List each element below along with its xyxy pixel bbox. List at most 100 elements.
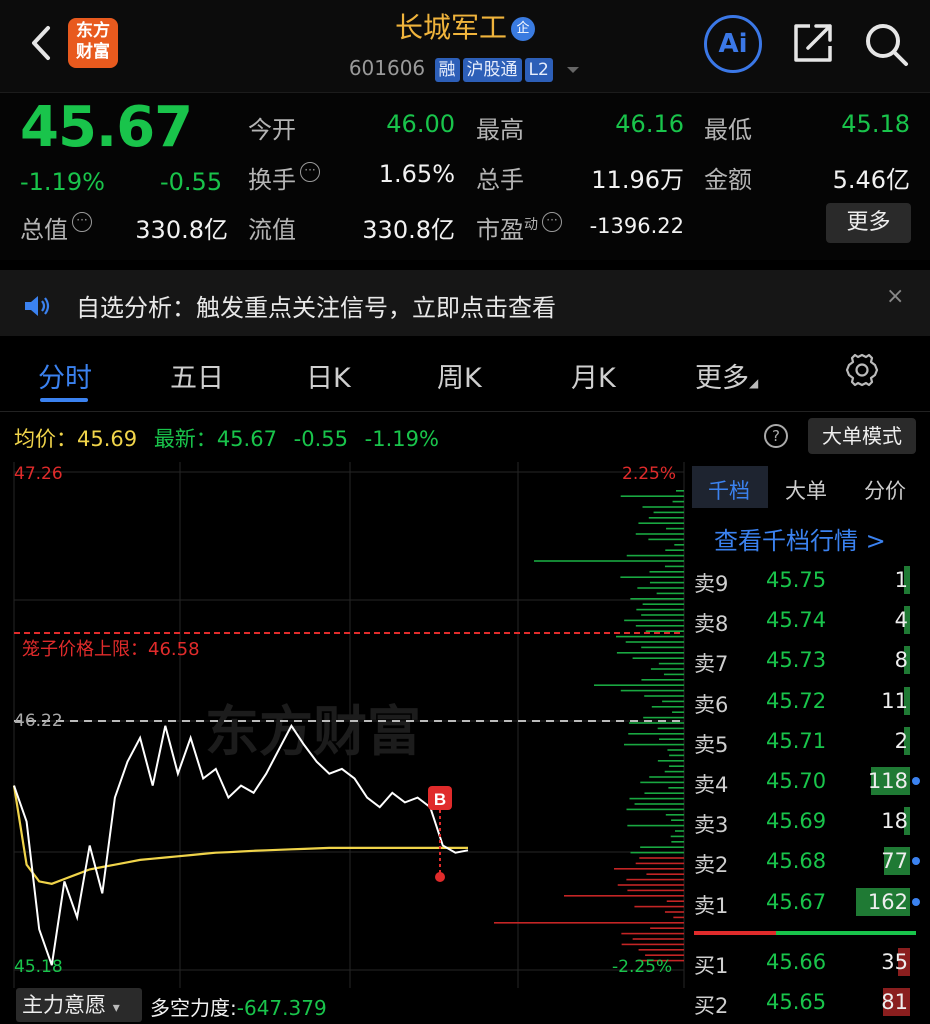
ask-row[interactable]: 卖9 45.75 1 [694, 560, 916, 600]
depth-bar [646, 873, 684, 875]
tab-depth[interactable]: 千档 [708, 475, 750, 505]
float-label: 流值 [248, 216, 296, 244]
stock-name: 长城军工 [394, 11, 507, 44]
tag-margin: 融 [434, 58, 460, 82]
level-price: 45.74 [766, 608, 827, 633]
tag-connect: 沪股通 [462, 58, 522, 82]
level-price: 45.73 [766, 648, 827, 673]
view-depth-link[interactable]: 查看千档行情 > [714, 521, 886, 556]
open-value: 46.00 [386, 110, 455, 138]
turnover-label[interactable]: 换手 ··· [248, 160, 320, 195]
ask-row[interactable]: 卖3 45.69 18 [694, 801, 916, 841]
ask-row[interactable]: 卖7 45.73 8 [694, 640, 916, 680]
depth-bar [657, 727, 684, 730]
close-icon[interactable]: × [886, 284, 904, 309]
depth-bar [640, 846, 684, 848]
mktcap-label[interactable]: 总值 ··· [20, 210, 92, 245]
ai-assistant-button[interactable]: Ai [704, 15, 762, 73]
depth-bar [625, 641, 684, 643]
pe-label[interactable]: 市盈动 ··· [476, 210, 562, 245]
intraday-chart[interactable]: 东方财富 B [0, 460, 688, 990]
depth-bar [644, 792, 684, 794]
depth-bar [621, 943, 684, 946]
level-price: 45.75 [766, 568, 827, 592]
limit-label: 笼子价格上限：46.58 [22, 639, 200, 660]
chart-top-pct: 2.25% [622, 464, 677, 484]
depth-bar [672, 711, 684, 713]
depth-bar [653, 511, 684, 514]
ask-row[interactable]: 卖1 45.67 162 [694, 882, 916, 922]
level-price: 45.72 [766, 688, 827, 713]
depth-bar [616, 635, 684, 638]
tab-daily-k[interactable]: 日K [306, 356, 351, 395]
depth-bar [671, 819, 684, 821]
info-icon[interactable]: ··· [300, 162, 320, 182]
depth-bar [630, 598, 684, 600]
depth-bar [620, 689, 684, 692]
tab-big-orders[interactable]: 大单 [785, 475, 827, 505]
depth-bar [664, 770, 684, 773]
latest-change-pct: -1.19% [364, 427, 439, 451]
tab-five-day[interactable]: 五日 [170, 356, 224, 395]
help-icon[interactable]: ? [764, 424, 788, 448]
depth-bar [667, 749, 684, 751]
ask-row[interactable]: 卖5 45.71 2 [694, 721, 916, 761]
dropdown-caret-icon: ▾ [112, 1000, 120, 1016]
depth-bar [635, 533, 684, 535]
ask-row[interactable]: 卖8 45.74 4 [694, 600, 916, 640]
volume-label: 总手 [476, 166, 524, 194]
ask-strength-bar [776, 931, 916, 935]
depth-bar [626, 554, 684, 557]
tab-intraday[interactable]: 分时 [38, 356, 92, 395]
info-icon[interactable]: ··· [72, 212, 92, 232]
depth-bar [668, 787, 684, 789]
depth-bar [640, 781, 684, 784]
main-force-dropdown[interactable]: 主力意愿 ▾ [16, 988, 142, 1022]
depth-bar [643, 716, 684, 719]
level-label: 买1 [694, 954, 729, 978]
amount-label: 金额 [704, 166, 752, 194]
notice-text[interactable]: 自选分析：触发重点关注信号，立即点击查看 [76, 288, 556, 323]
depth-bar [641, 614, 684, 616]
ask-row[interactable]: 卖4 45.70 118 [694, 761, 916, 801]
ask-row[interactable]: 卖2 45.68 77 [694, 841, 916, 881]
share-icon[interactable] [790, 20, 836, 66]
level-label: 卖8 [694, 612, 729, 637]
depth-bar [671, 841, 684, 843]
tab-price-distribution[interactable]: 分价 [864, 475, 906, 505]
tab-monthly-k[interactable]: 月K [571, 356, 616, 395]
order-volume-bars [494, 490, 684, 962]
depth-bar [644, 695, 684, 697]
gear-icon[interactable] [844, 352, 880, 388]
tab-more[interactable]: 更多◢ [695, 356, 758, 395]
bid-row[interactable]: 买1 45.66 35 [694, 942, 916, 982]
watermark: 东方财富 [205, 702, 421, 762]
depth-bar [670, 835, 684, 838]
depth-bar [645, 954, 684, 956]
level-price: 45.71 [766, 728, 827, 753]
depth-bar [665, 549, 684, 551]
depth-bar [634, 905, 684, 908]
depth-bar [659, 738, 684, 740]
depth-bar [641, 679, 684, 681]
info-icon[interactable]: ··· [542, 212, 562, 232]
chart-bottom-price: 45.18 [14, 957, 63, 977]
float-value: 330.8亿 [362, 216, 455, 244]
ask-row[interactable]: 卖6 45.72 11 [694, 681, 916, 721]
bid-row[interactable]: 买2 45.65 81 [694, 982, 916, 1022]
tab-weekly-k[interactable]: 周K [437, 356, 482, 395]
depth-bar [642, 506, 684, 508]
search-icon[interactable] [862, 20, 910, 68]
latest-value: 45.67 [216, 427, 277, 451]
depth-bar [649, 581, 684, 584]
depth-bar [624, 743, 684, 746]
low-label: 最低 [704, 116, 752, 144]
depth-bar [564, 895, 684, 897]
depth-bar [650, 668, 684, 670]
big-order-mode-button[interactable]: 大单模式 [808, 418, 916, 454]
depth-bar [672, 500, 684, 503]
latest-change: -0.55 [293, 427, 348, 451]
more-stats-button[interactable]: 更多 [826, 203, 911, 243]
depth-bar [614, 868, 684, 870]
low-value: 45.18 [841, 110, 910, 138]
